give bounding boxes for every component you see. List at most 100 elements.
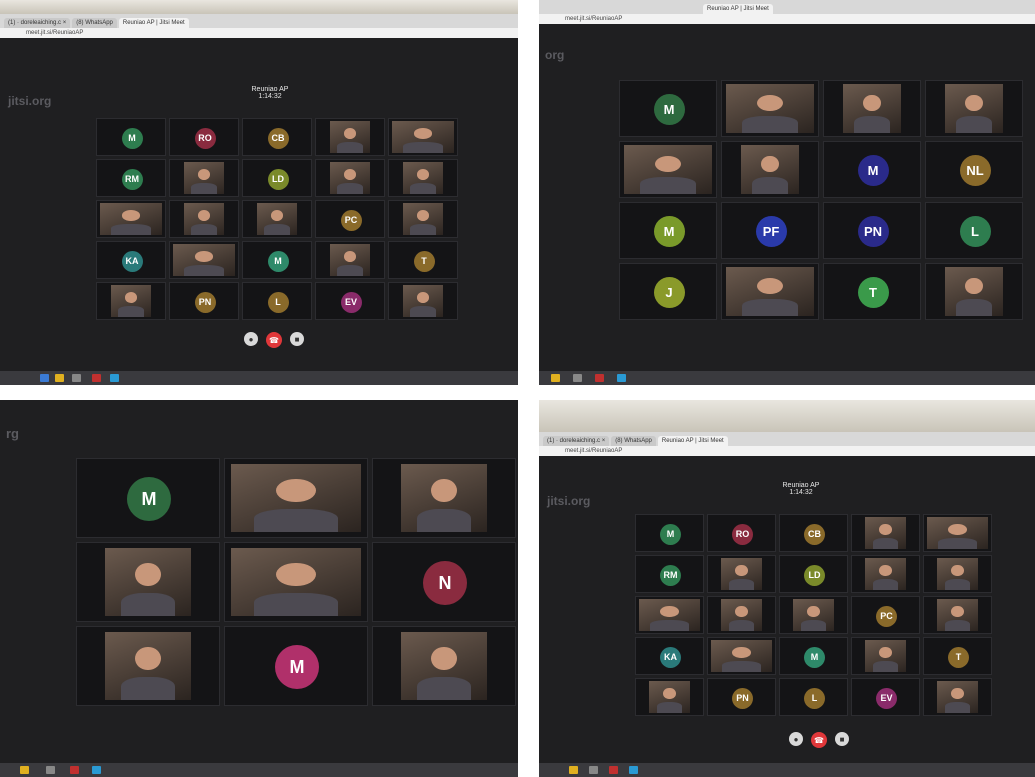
app-icon[interactable] [595,374,604,382]
participant-tile[interactable] [169,159,239,197]
folder-icon[interactable] [55,374,64,382]
participant-tile[interactable]: L [925,202,1023,259]
participant-tile[interactable] [76,626,220,706]
participant-tile[interactable] [851,555,920,593]
participant-tile[interactable] [923,555,992,593]
address-bar[interactable]: meet.jit.si/ReuniaoAP [539,446,1035,456]
tab[interactable]: (8) WhatsApp [611,436,656,446]
browser-icon[interactable] [40,374,49,382]
participant-tile[interactable]: KA [635,637,704,675]
participant-tile[interactable] [372,626,516,706]
app-icon[interactable] [589,766,598,774]
participant-tile[interactable] [707,555,776,593]
app-icon[interactable] [609,766,618,774]
participant-tile[interactable] [721,80,819,137]
participant-tile[interactable]: RO [707,514,776,552]
participant-tile[interactable]: J [619,263,717,320]
participant-tile[interactable]: EV [315,282,385,320]
participant-tile[interactable]: T [388,241,458,279]
participant-tile[interactable]: M [619,202,717,259]
participant-tile[interactable] [169,241,239,279]
participant-tile[interactable]: RM [635,555,704,593]
app-icon[interactable] [573,374,582,382]
participant-tile[interactable]: M [635,514,704,552]
participant-tile[interactable]: N [372,542,516,622]
participant-tile[interactable]: M [76,458,220,538]
participant-tile[interactable] [823,80,921,137]
participant-tile[interactable] [76,542,220,622]
app-icon[interactable] [629,766,638,774]
participant-tile[interactable]: PN [169,282,239,320]
hangup-button[interactable]: ☎ [811,732,827,748]
participant-tile[interactable]: PC [315,200,385,238]
participant-tile[interactable] [388,118,458,156]
camera-button[interactable]: ■ [835,732,849,746]
participant-tile[interactable]: L [242,282,312,320]
participant-tile[interactable]: M [96,118,166,156]
participant-tile[interactable] [315,159,385,197]
participant-tile[interactable] [923,596,992,634]
participant-tile[interactable] [923,514,992,552]
address-bar[interactable]: meet.jit.si/ReuniaoAP [539,14,1035,24]
participant-tile[interactable] [707,637,776,675]
participant-tile[interactable]: T [923,637,992,675]
participant-tile[interactable] [96,282,166,320]
app-icon[interactable] [72,374,81,382]
microphone-button[interactable]: ● [244,332,258,346]
participant-tile[interactable] [224,542,368,622]
participant-tile[interactable]: M [823,141,921,198]
participant-tile[interactable]: CB [242,118,312,156]
folder-icon[interactable] [20,766,29,774]
microphone-button[interactable]: ● [789,732,803,746]
participant-tile[interactable] [388,200,458,238]
participant-tile[interactable] [224,458,368,538]
tab-active[interactable]: Reuniao AP | Jitsi Meet [657,436,728,446]
participant-tile[interactable] [635,596,704,634]
participant-tile[interactable] [779,596,848,634]
tab[interactable]: (1) · doreleaiching.c × [4,18,71,28]
participant-tile[interactable] [851,637,920,675]
app-icon[interactable] [92,766,101,774]
participant-tile[interactable] [707,596,776,634]
participant-tile[interactable] [96,200,166,238]
participant-tile[interactable] [925,263,1023,320]
app-icon[interactable] [46,766,55,774]
participant-tile[interactable] [372,458,516,538]
participant-tile[interactable]: RM [96,159,166,197]
folder-icon[interactable] [569,766,578,774]
app-icon[interactable] [70,766,79,774]
camera-button[interactable]: ■ [290,332,304,346]
participant-tile[interactable]: PN [823,202,921,259]
participant-tile[interactable]: T [823,263,921,320]
tab-active[interactable]: Reuniao AP | Jitsi Meet [703,4,773,14]
participant-tile[interactable] [635,678,704,716]
participant-tile[interactable] [925,80,1023,137]
participant-tile[interactable] [388,282,458,320]
participant-tile[interactable] [169,200,239,238]
app-icon[interactable] [617,374,626,382]
app-icon[interactable] [92,374,101,382]
participant-tile[interactable] [315,118,385,156]
participant-tile[interactable]: M [779,637,848,675]
participant-tile[interactable]: LD [242,159,312,197]
participant-tile[interactable]: PF [721,202,819,259]
participant-tile[interactable] [619,141,717,198]
participant-tile[interactable] [721,141,819,198]
participant-tile[interactable]: KA [96,241,166,279]
participant-tile[interactable]: M [224,626,368,706]
participant-tile[interactable]: PC [851,596,920,634]
tab[interactable]: (8) WhatsApp [72,18,117,28]
participant-tile[interactable] [242,200,312,238]
participant-tile[interactable]: M [619,80,717,137]
participant-tile[interactable] [923,678,992,716]
app-icon[interactable] [110,374,119,382]
participant-tile[interactable]: RO [169,118,239,156]
participant-tile[interactable] [315,241,385,279]
participant-tile[interactable]: LD [779,555,848,593]
hangup-button[interactable]: ☎ [266,332,282,348]
tab-active[interactable]: Reuniao AP | Jitsi Meet [118,18,189,28]
participant-tile[interactable]: L [779,678,848,716]
participant-tile[interactable] [851,514,920,552]
folder-icon[interactable] [551,374,560,382]
participant-tile[interactable]: NL [925,141,1023,198]
